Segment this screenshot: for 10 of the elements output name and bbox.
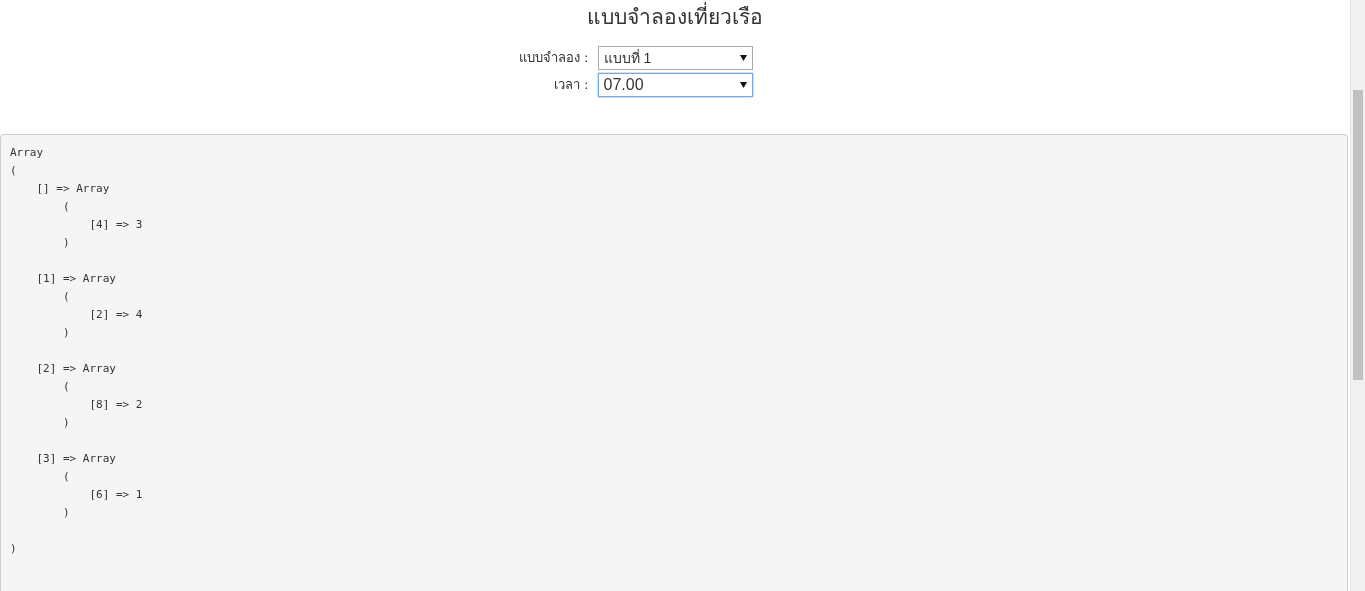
- scrollbar[interactable]: [1350, 0, 1365, 591]
- caret-icon: [739, 82, 747, 88]
- field-label: แบบจำลอง :: [518, 49, 589, 68]
- dropdown[interactable]: 07.00: [597, 73, 753, 97]
- field-label: เวลา :: [553, 76, 589, 95]
- caret-icon: [739, 55, 747, 61]
- dropdown[interactable]: แบบที่ 1: [597, 46, 753, 70]
- page-title: แบบจำลองเที่ยวเรือ: [0, 0, 1350, 32]
- array-output: Array ( [] => Array ( [4] => 3 ) [1] => Array ( [2] => 4 ) [2] => Array ( [8] => 2 ) [3] => Array ( [6] => 1 ) ): [0, 134, 1348, 591]
- scrollbar-thumb[interactable]: [1353, 90, 1363, 380]
